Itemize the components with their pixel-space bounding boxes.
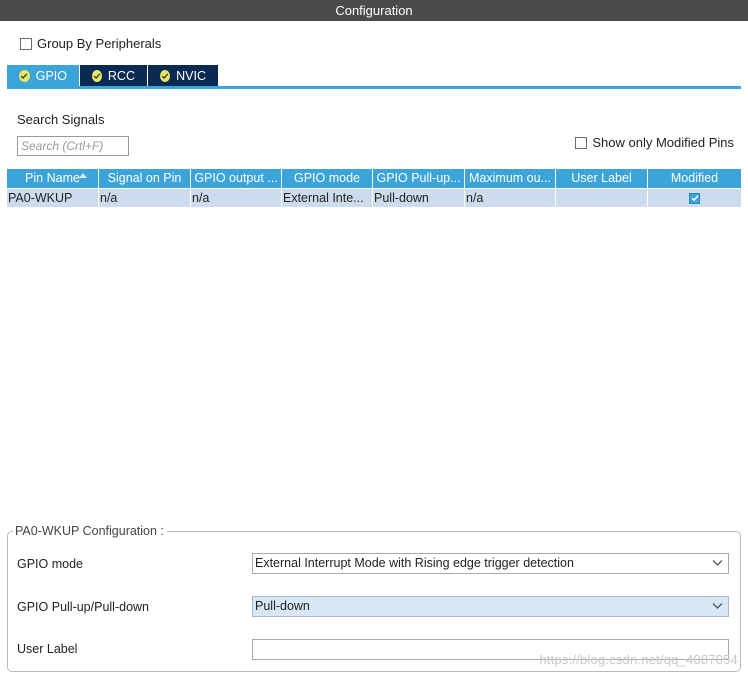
config-tabs: GPIO RCC NVIC	[7, 65, 219, 86]
tab-gpio-label: GPIO	[35, 68, 67, 83]
search-signals-label: Search Signals	[17, 112, 105, 127]
column-header-pull[interactable]: GPIO Pull-up...	[373, 169, 465, 188]
cell-pull: Pull-down	[373, 189, 465, 207]
check-circle-icon	[160, 69, 171, 82]
group-by-label: Group By Peripherals	[37, 36, 162, 51]
gpio-mode-select[interactable]: External Interrupt Mode with Rising edge…	[252, 553, 729, 574]
cell-user-label	[556, 189, 648, 207]
user-label-label: User Label	[17, 642, 78, 656]
cell-gpio-mode: External Inte...	[282, 189, 373, 207]
check-circle-icon	[19, 69, 30, 82]
search-input[interactable]	[17, 136, 129, 156]
sort-ascending-icon	[79, 173, 87, 178]
chevron-down-icon	[712, 603, 723, 609]
modified-checkbox	[689, 192, 700, 204]
cell-signal: n/a	[99, 189, 191, 207]
tab-rcc[interactable]: RCC	[80, 65, 148, 86]
column-header-gpio-output[interactable]: GPIO output ...	[191, 169, 282, 188]
window-title: Configuration	[0, 0, 748, 21]
group-by-peripherals-toggle[interactable]: Group By Peripherals	[20, 36, 161, 51]
column-header-max-output[interactable]: Maximum ou...	[465, 169, 556, 188]
pull-value: Pull-down	[255, 599, 310, 613]
cell-max-output: n/a	[465, 189, 556, 207]
group-by-checkbox[interactable]	[20, 37, 32, 50]
column-header-pin-name[interactable]: Pin Name	[7, 169, 99, 188]
column-header-user-label[interactable]: User Label	[556, 169, 648, 188]
pull-select[interactable]: Pull-down	[252, 596, 729, 617]
check-circle-icon	[92, 69, 102, 82]
chevron-down-icon	[712, 560, 723, 566]
gpio-mode-label: GPIO mode	[17, 557, 83, 571]
cell-gpio-output: n/a	[191, 189, 282, 207]
column-header-signal[interactable]: Signal on Pin	[99, 169, 191, 188]
show-modified-checkbox[interactable]	[575, 136, 588, 149]
pin-table: Pin Name Signal on Pin GPIO output ... G…	[7, 169, 741, 207]
show-only-modified-toggle[interactable]: Show only Modified Pins	[575, 135, 734, 150]
watermark: https://blog.csdn.net/qq_4087054	[539, 652, 738, 667]
tab-nvic[interactable]: NVIC	[148, 65, 219, 86]
table-row[interactable]: PA0-WKUP n/a n/a External Inte... Pull-d…	[7, 188, 741, 207]
table-header: Pin Name Signal on Pin GPIO output ... G…	[7, 169, 741, 188]
show-modified-label: Show only Modified Pins	[592, 135, 734, 150]
pin-configuration-legend: PA0-WKUP Configuration :	[13, 524, 167, 538]
column-header-gpio-mode[interactable]: GPIO mode	[282, 169, 373, 188]
pull-label: GPIO Pull-up/Pull-down	[17, 600, 150, 614]
cell-modified	[648, 189, 741, 207]
column-header-modified[interactable]: Modified	[648, 169, 741, 188]
checkmark-icon	[690, 195, 699, 202]
gpio-mode-value: External Interrupt Mode with Rising edge…	[255, 556, 574, 570]
tab-nvic-label: NVIC	[176, 68, 206, 83]
tab-gpio[interactable]: GPIO	[7, 65, 80, 86]
tab-rcc-label: RCC	[107, 68, 135, 83]
cell-pin-name: PA0-WKUP	[7, 189, 99, 207]
tab-underline	[7, 86, 741, 89]
